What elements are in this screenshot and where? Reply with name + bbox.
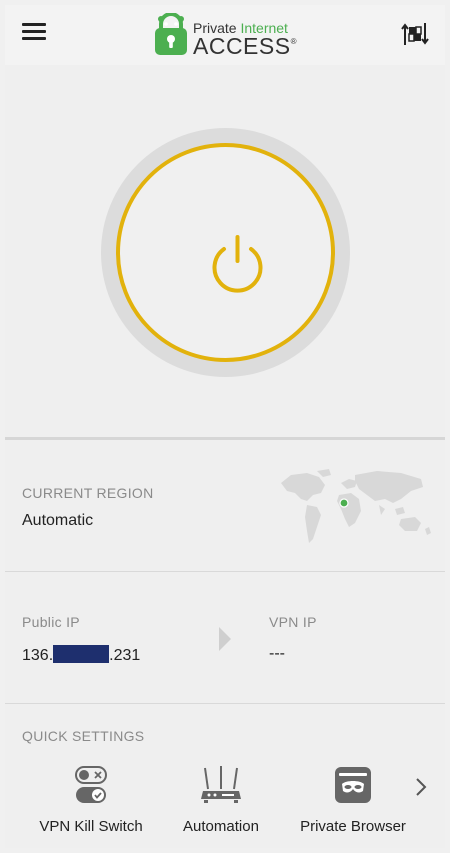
vpn-ip-value: --- (269, 645, 285, 662)
arrow-right-icon (219, 627, 231, 651)
public-ip-label: Public IP (22, 614, 80, 630)
section-divider (5, 703, 445, 704)
quick-setting-label: VPN Kill Switch (39, 818, 143, 835)
menu-icon[interactable] (22, 23, 48, 41)
server-switch-icon[interactable] (401, 21, 429, 47)
connect-button-background (101, 128, 350, 377)
quick-setting-label: Private Browser (300, 818, 406, 835)
ip-redaction-block (53, 645, 110, 663)
quick-setting-private-browser[interactable]: Private Browser (291, 765, 415, 835)
logo-main-text: ACCESS® (193, 33, 297, 59)
power-icon (212, 235, 263, 293)
quick-setting-label: Automation (183, 818, 259, 835)
public-ip-suffix: .231 (109, 647, 141, 664)
quick-settings-label: QUICK SETTINGS (22, 728, 145, 744)
current-region-label: CURRENT REGION (22, 485, 154, 501)
kill-switch-icon (75, 766, 107, 803)
pia-logo: Private Internet ACCESS® (153, 11, 303, 59)
region-location-marker (339, 498, 349, 508)
section-divider (5, 571, 445, 572)
vpn-ip-label: VPN IP (269, 614, 317, 630)
router-icon (201, 766, 241, 803)
private-browser-icon (335, 767, 371, 803)
app-screen: Private Internet ACCESS® CURRENT REGION … (5, 5, 445, 848)
connect-button[interactable] (116, 143, 335, 362)
app-header: Private Internet ACCESS® (5, 5, 445, 65)
current-region-value[interactable]: Automatic (22, 512, 93, 530)
section-divider (5, 437, 445, 440)
quick-setting-automation[interactable]: Automation (171, 765, 271, 835)
quick-setting-vpn-kill-switch[interactable]: VPN Kill Switch (27, 765, 155, 835)
public-ip-prefix: 136. (22, 647, 54, 664)
chevron-right-icon[interactable] (411, 777, 431, 797)
padlock-robot-icon (155, 13, 187, 55)
world-map[interactable] (277, 465, 435, 545)
public-ip-value: 136. .231 (22, 645, 140, 665)
